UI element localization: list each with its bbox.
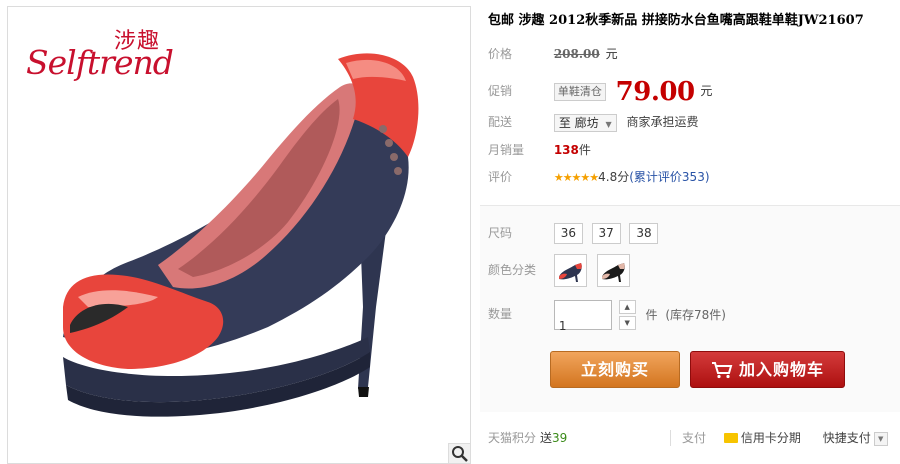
sales-count: 138 — [553, 143, 579, 157]
product-title: 包邮 涉趣 2012秋季新品 拼接防水台鱼嘴高跟鞋单鞋JW21607 — [488, 13, 864, 28]
shipping-label: 配送 — [488, 115, 513, 129]
shipping-note: 商家承担运费 — [626, 115, 699, 129]
size-option-36[interactable]: 36 — [553, 223, 583, 244]
points-row: 天猫积分 送39 — [488, 428, 567, 448]
original-price-row: 价格 208.00 元 — [488, 44, 618, 64]
options-section: 尺码 36 37 38 颜色分类 数量 1 ▲ ▼ 件 (库存78件) 立刻购买… — [480, 206, 900, 412]
zoom-icon[interactable] — [448, 443, 470, 463]
city-select[interactable]: 至 廊坊 ▼ — [553, 113, 617, 132]
payment-row: 支付 信用卡分期 快捷支付 ▼ — [682, 428, 888, 448]
color-swatch-red[interactable] — [553, 254, 587, 287]
cart-icon — [711, 362, 733, 379]
review-close-paren: ) — [704, 170, 710, 184]
credit-card-icon — [723, 433, 738, 443]
quantity-row: 数量 1 ▲ ▼ 件 (库存78件) — [488, 298, 726, 333]
add-to-cart-button[interactable]: 加入购物车 — [690, 351, 845, 388]
fast-pay-link[interactable]: 快捷支付 — [823, 431, 871, 445]
size-option-37[interactable]: 37 — [591, 223, 621, 244]
chevron-down-icon[interactable]: ▼ — [873, 431, 888, 446]
rating-row: 评价 ★★★★★4.8分(累计评价353) — [488, 167, 710, 187]
quantity-stepper: ▲ ▼ — [618, 299, 636, 330]
city-select-prefix: 至 — [558, 115, 571, 130]
rating-label: 评价 — [488, 170, 513, 184]
footer-bar: 天猫积分 送39 支付 信用卡分期 快捷支付 ▼ — [480, 418, 900, 458]
star-rating-icon: ★★★★★ — [553, 171, 599, 184]
size-option-38[interactable]: 38 — [629, 223, 659, 244]
points-label: 天猫积分 — [488, 431, 537, 445]
stock-count: (库存78件) — [665, 307, 726, 322]
color-label: 颜色分类 — [488, 263, 537, 277]
rating-score: 4.8分 — [598, 170, 630, 184]
shoe-thumb-black-icon — [601, 263, 625, 282]
price-label: 价格 — [488, 47, 513, 61]
promo-label: 促销 — [488, 84, 513, 98]
points-send: 送 — [540, 431, 553, 445]
credit-installment-label: 信用卡分期 — [740, 431, 801, 445]
city-select-value: 廊坊 — [574, 115, 599, 130]
shoe-image — [63, 53, 419, 417]
color-swatch-black[interactable] — [596, 254, 630, 287]
product-image-panel[interactable]: 涉趣 Selftrend — [7, 6, 471, 464]
shoe-thumb-red-icon — [558, 263, 582, 282]
footer-divider — [670, 430, 671, 446]
add-to-cart-label: 加入购物车 — [738, 360, 824, 379]
promo-price-unit: 元 — [700, 84, 713, 98]
sales-unit: 件 — [578, 143, 591, 157]
review-count-link[interactable]: 累计评价353 — [634, 170, 705, 184]
promo-tag: 单鞋清仓 — [553, 82, 606, 101]
buy-now-button[interactable]: 立刻购买 — [550, 351, 680, 388]
color-row: 颜色分类 — [488, 252, 636, 288]
quantity-label: 数量 — [488, 307, 513, 321]
chevron-down-icon: ▼ — [605, 119, 612, 129]
product-detail: 包邮 涉趣 2012秋季新品 拼接防水台鱼嘴高跟鞋单鞋JW21607 价格 20… — [480, 0, 900, 464]
shipping-row: 配送 至 廊坊 ▼ 商家承担运费 — [488, 112, 699, 132]
original-price-unit: 元 — [605, 47, 618, 61]
size-row: 尺码 36 37 38 — [488, 222, 663, 244]
quantity-input[interactable]: 1 — [553, 299, 612, 333]
points-value: 39 — [552, 431, 568, 445]
quantity-increase-button[interactable]: ▲ — [618, 299, 636, 314]
quantity-unit: 件 — [645, 307, 658, 322]
promo-price: 79.00 — [615, 76, 695, 107]
sales-label: 月销量 — [488, 143, 525, 157]
credit-installment-link[interactable]: 信用卡分期 — [723, 431, 801, 445]
promo-row: 促销 单鞋清仓 79.00 元 — [488, 76, 713, 107]
size-label: 尺码 — [488, 226, 513, 240]
pay-label: 支付 — [682, 431, 707, 445]
sales-row: 月销量 138件 — [488, 140, 591, 160]
original-price: 208.00 — [553, 47, 600, 61]
price-section: 价格 208.00 元 促销 单鞋清仓 79.00 元 配送 至 廊坊 ▼ 商家… — [480, 36, 900, 196]
quantity-decrease-button[interactable]: ▼ — [618, 315, 636, 330]
